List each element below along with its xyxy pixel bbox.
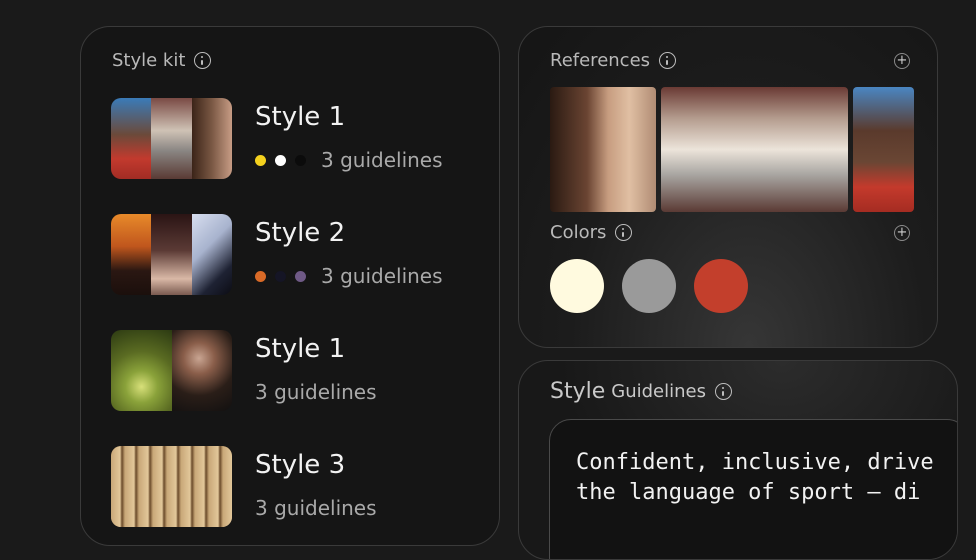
style-card-4[interactable]: Style 3 3 guidelines <box>111 446 481 528</box>
guidelines-text-line: the language of sport — di <box>576 480 921 505</box>
color-dot <box>275 270 286 282</box>
color-dot <box>295 154 306 166</box>
style-name: Style 2 <box>255 218 346 248</box>
colors-title: Colors <box>550 222 607 243</box>
reference-image-teeth[interactable] <box>661 87 848 212</box>
info-icon[interactable] <box>659 52 677 69</box>
guidelines-textbox[interactable]: Confident, inclusive, drive the language… <box>549 419 957 559</box>
color-dot <box>255 154 266 166</box>
style-name: Style 1 <box>255 102 346 132</box>
reference-image-portrait[interactable] <box>853 87 914 212</box>
color-dot <box>295 270 306 282</box>
guidelines-text-line: Confident, inclusive, drive <box>576 450 934 475</box>
guidelines-header: Style Guidelines <box>550 379 732 404</box>
color-swatch-red[interactable] <box>694 259 748 313</box>
references-header: References <box>550 50 677 71</box>
references-panel: References + Colors + <box>518 26 938 348</box>
guidelines-title-sub: Guidelines <box>611 381 706 402</box>
add-reference-icon[interactable]: + <box>894 53 910 69</box>
guidelines-count: 3 guidelines <box>255 380 377 404</box>
color-swatch-cream[interactable] <box>550 259 604 313</box>
guidelines-title-main: Style <box>550 379 606 404</box>
add-color-icon[interactable]: + <box>894 225 910 241</box>
color-dot <box>275 154 286 166</box>
references-title: References <box>550 50 651 71</box>
style-thumbnail <box>111 98 232 179</box>
colors-header: Colors <box>550 222 633 243</box>
style-name: Style 1 <box>255 334 346 364</box>
style-thumbnail <box>111 214 232 295</box>
color-dot <box>255 270 266 282</box>
guidelines-count: 3 guidelines <box>321 264 443 288</box>
style-meta: 3 guidelines <box>255 264 443 288</box>
style-name: Style 3 <box>255 450 346 480</box>
style-thumbnail <box>111 330 232 411</box>
color-swatch-gray[interactable] <box>622 259 676 313</box>
style-card-2[interactable]: Style 2 3 guidelines <box>111 214 481 296</box>
style-card-3[interactable]: Style 1 3 guidelines <box>111 330 481 412</box>
info-icon[interactable] <box>194 52 212 69</box>
info-icon[interactable] <box>615 224 633 241</box>
guidelines-count: 3 guidelines <box>321 148 443 172</box>
style-card-1[interactable]: Style 1 3 guidelines <box>111 98 481 180</box>
info-icon[interactable] <box>715 383 732 400</box>
style-meta: 3 guidelines <box>255 148 443 172</box>
style-kit-panel: Style kit Style 1 3 guidelines Style 2 3… <box>80 26 500 546</box>
style-guidelines-panel: Style Guidelines Confident, inclusive, d… <box>518 360 958 560</box>
style-thumbnail <box>111 446 232 527</box>
style-meta: 3 guidelines <box>255 380 377 404</box>
style-kit-header: Style kit <box>112 50 212 71</box>
reference-image-faces[interactable] <box>550 87 656 212</box>
style-kit-title: Style kit <box>112 50 186 71</box>
